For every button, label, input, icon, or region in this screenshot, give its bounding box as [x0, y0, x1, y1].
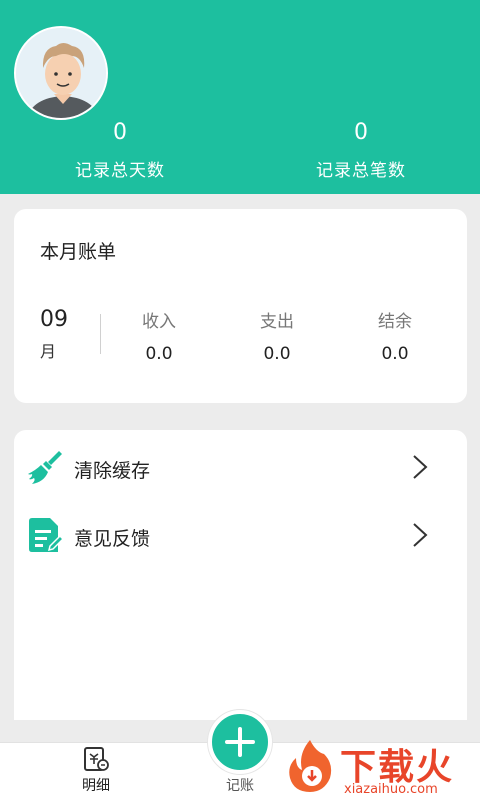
- expense-value: 0.0: [263, 344, 291, 364]
- ledger-icon: [84, 747, 109, 771]
- broom-icon: [28, 451, 62, 484]
- add-record-button[interactable]: [208, 710, 272, 774]
- bill-divider: [100, 314, 101, 354]
- menu-item-feedback[interactable]: 意见反馈: [14, 504, 467, 564]
- menu-item-clear-cache-label: 清除缓存: [74, 460, 151, 482]
- plus-icon: [225, 727, 255, 757]
- watermark: 下载火 xiazaihuo.com: [282, 736, 480, 800]
- monthly-bill-card[interactable]: 本月账单 09 月 收入 0.0 支出 0.0 结余 0.0: [14, 209, 467, 403]
- income-label: 收入: [142, 312, 176, 332]
- settings-menu: 清除缓存 意见反馈: [14, 430, 467, 720]
- total-count-stat: 0 记录总笔数: [261, 118, 461, 181]
- chevron-right-icon: [413, 455, 428, 479]
- income-column: 收入 0.0: [114, 307, 204, 364]
- expense-label: 支出: [260, 312, 294, 332]
- profile-header: 0 记录总天数 0 记录总笔数: [0, 0, 480, 194]
- watermark-url: xiazaihuo.com: [344, 782, 438, 797]
- total-days-value: 0: [113, 120, 127, 145]
- tab-detail[interactable]: 明细: [56, 743, 136, 800]
- total-count-value: 0: [354, 120, 368, 145]
- flame-logo-icon: [289, 740, 332, 792]
- income-value: 0.0: [145, 344, 173, 364]
- bill-month: 09 月: [40, 307, 68, 362]
- menu-item-feedback-label: 意见反馈: [74, 528, 151, 550]
- expense-column: 支出 0.0: [232, 307, 322, 364]
- balance-label: 结余: [378, 312, 412, 332]
- bill-month-unit: 月: [40, 342, 57, 361]
- tab-record-label: 记账: [226, 778, 254, 794]
- total-days-stat: 0 记录总天数: [20, 118, 220, 181]
- total-days-label: 记录总天数: [75, 161, 165, 181]
- menu-item-clear-cache[interactable]: 清除缓存: [14, 436, 467, 496]
- avatar[interactable]: [14, 26, 108, 120]
- bill-month-number: 09: [40, 307, 68, 332]
- feedback-icon: [29, 518, 64, 552]
- total-count-label: 记录总笔数: [316, 161, 406, 181]
- tab-detail-label: 明细: [82, 778, 110, 794]
- chevron-right-icon: [413, 523, 428, 547]
- avatar-illustration-icon: [16, 28, 106, 118]
- bill-title: 本月账单: [40, 241, 117, 263]
- balance-column: 结余 0.0: [350, 307, 440, 364]
- balance-value: 0.0: [381, 344, 409, 364]
